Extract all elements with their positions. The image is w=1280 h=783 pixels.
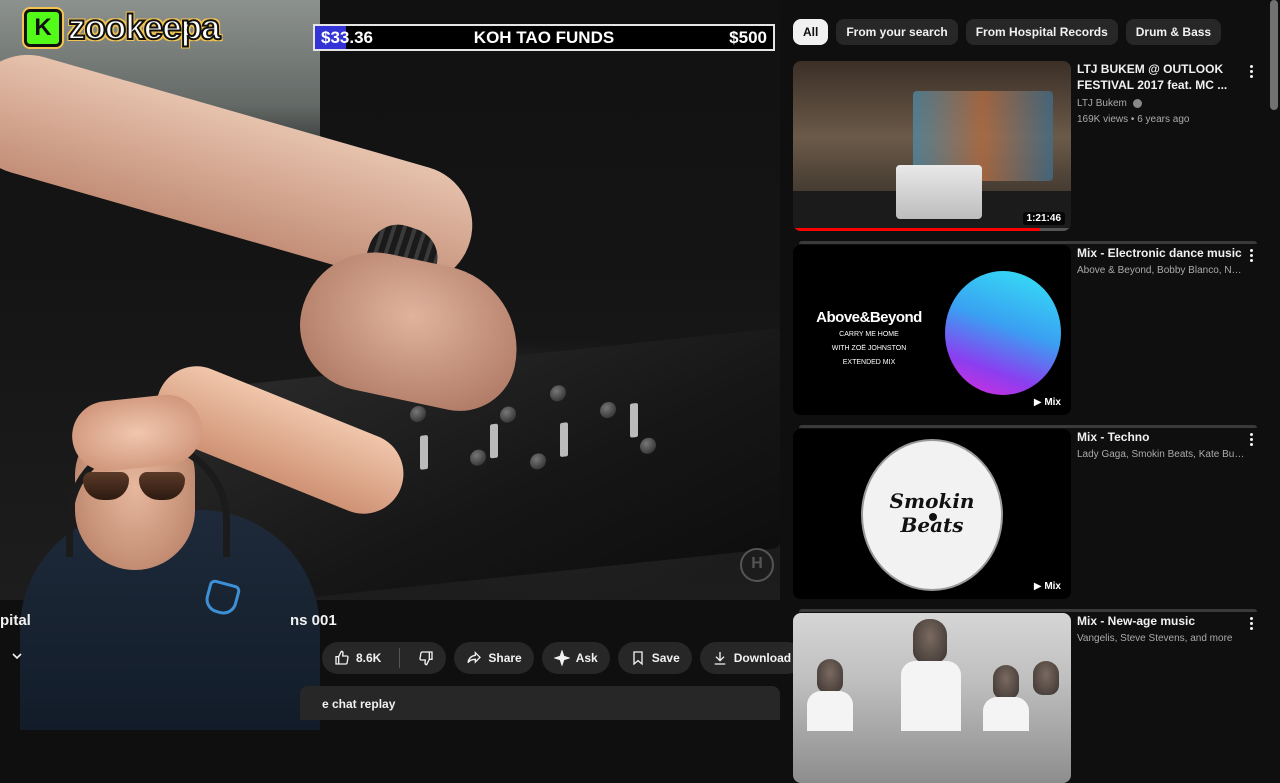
artwork-orb: [945, 271, 1061, 395]
mix-artists: Above & Beyond, Bobby Blanco, Nomad, a..…: [1077, 265, 1247, 276]
share-label: Share: [488, 651, 522, 665]
more-vert-icon[interactable]: [1245, 615, 1257, 631]
logo-text: zookeepa: [67, 7, 221, 48]
ask-label: Ask: [575, 651, 598, 665]
funds-current: $33.36: [321, 28, 373, 47]
bookmark-icon: [633, 651, 643, 666]
mix-card[interactable]: Smokin Beats ▶ Mix Mix - Techno Lady Gag…: [793, 425, 1263, 599]
more-vert-icon[interactable]: [1245, 431, 1257, 447]
dislike-button[interactable]: [406, 642, 446, 674]
download-button[interactable]: Download: [699, 642, 804, 674]
vinyl-record: Smokin Beats: [861, 439, 1003, 591]
more-vert-icon[interactable]: [1245, 63, 1257, 79]
mix-thumbnail[interactable]: Smokin Beats ▶ Mix: [793, 429, 1071, 599]
download-icon: [714, 652, 726, 665]
mix-title[interactable]: Mix - New-age music: [1077, 613, 1247, 629]
like-count: 8.6K: [356, 651, 382, 665]
mix-thumbnail[interactable]: Above&Beyond CARRY ME HOME WITH ZOË JOHN…: [793, 245, 1071, 415]
chip-all[interactable]: All: [793, 19, 829, 45]
share-icon: [467, 651, 482, 664]
more-vert-icon[interactable]: [1245, 247, 1257, 263]
sparkle-icon: [553, 650, 570, 666]
chevron-down-icon[interactable]: [12, 651, 22, 661]
thumb-brand: Above&Beyond: [816, 309, 922, 326]
video-meta: 169K views • 6 years ago: [1077, 114, 1190, 125]
download-label: Download: [733, 651, 792, 665]
thumbs-up-icon: [335, 650, 349, 665]
filter-chips: All From your search From Hospital Recor…: [793, 19, 1222, 45]
duration-badge: 1:21:46: [1022, 212, 1065, 225]
mix-card[interactable]: Mix - New-age music Vangelis, Steve Stev…: [793, 609, 1263, 783]
chip-from-hospital-records[interactable]: From Hospital Records: [965, 19, 1118, 45]
apple-logo-icon: [896, 165, 982, 219]
mix-card[interactable]: Above&Beyond CARRY ME HOME WITH ZOË JOHN…: [793, 241, 1263, 415]
funds-title: KOH TAO FUNDS: [473, 28, 615, 47]
like-dislike-group: 8.6K: [322, 642, 447, 674]
mix-artists: Vangelis, Steve Stevens, and more: [1077, 633, 1233, 644]
verified-icon: [1132, 98, 1142, 108]
channel-watermark-icon[interactable]: H: [740, 548, 774, 582]
video-title[interactable]: LTJ BUKEM @ OUTLOOK FESTIVAL 2017 feat. …: [1077, 61, 1247, 93]
sunglasses: [83, 472, 187, 502]
channel-name[interactable]: LTJ Bukem: [1077, 97, 1247, 111]
page-scrollbar[interactable]: [1270, 0, 1278, 110]
video-actions: 8.6K Share Ask Save Download: [322, 642, 844, 674]
show-chat-replay-button[interactable]: e chat replay: [300, 686, 780, 720]
funds-progress-bar: KOH TAO FUNDS $33.36 $500: [313, 24, 775, 51]
like-divider: [399, 648, 401, 668]
chip-from-your-search[interactable]: From your search: [836, 19, 958, 45]
kick-logo-icon: K: [24, 9, 62, 47]
save-button[interactable]: Save: [617, 642, 692, 674]
chat-replay-label: e chat replay: [322, 697, 396, 711]
video-title-start: pital: [0, 612, 31, 629]
funds-goal: $500: [729, 28, 767, 47]
like-button[interactable]: 8.6K: [322, 642, 393, 674]
watch-progress-fill: [793, 228, 1041, 231]
mix-title[interactable]: Mix - Techno: [1077, 429, 1247, 445]
streamer-logo: K zookeepa: [24, 7, 221, 48]
chip-drum-and-bass[interactable]: Drum & Bass: [1125, 19, 1222, 45]
video-thumbnail[interactable]: 1:21:46: [793, 61, 1071, 231]
mix-badge: ▶ Mix: [1029, 396, 1065, 409]
video-title-end: ns 001: [290, 612, 337, 629]
ask-button[interactable]: Ask: [541, 642, 610, 674]
mix-title[interactable]: Mix - Electronic dance music: [1077, 245, 1247, 261]
watch-progress-bar: [793, 228, 1071, 231]
mix-thumbnail[interactable]: [793, 613, 1071, 783]
save-label: Save: [651, 651, 680, 665]
mix-badge: ▶ Mix: [1029, 580, 1065, 593]
thumbs-down-icon: [419, 651, 434, 666]
mix-artists: Lady Gaga, Smokin Beats, Kate Bush, and …: [1077, 449, 1247, 460]
recommendation-card[interactable]: 1:21:46 LTJ BUKEM @ OUTLOOK FESTIVAL 201…: [793, 61, 1263, 231]
share-button[interactable]: Share: [454, 642, 534, 674]
